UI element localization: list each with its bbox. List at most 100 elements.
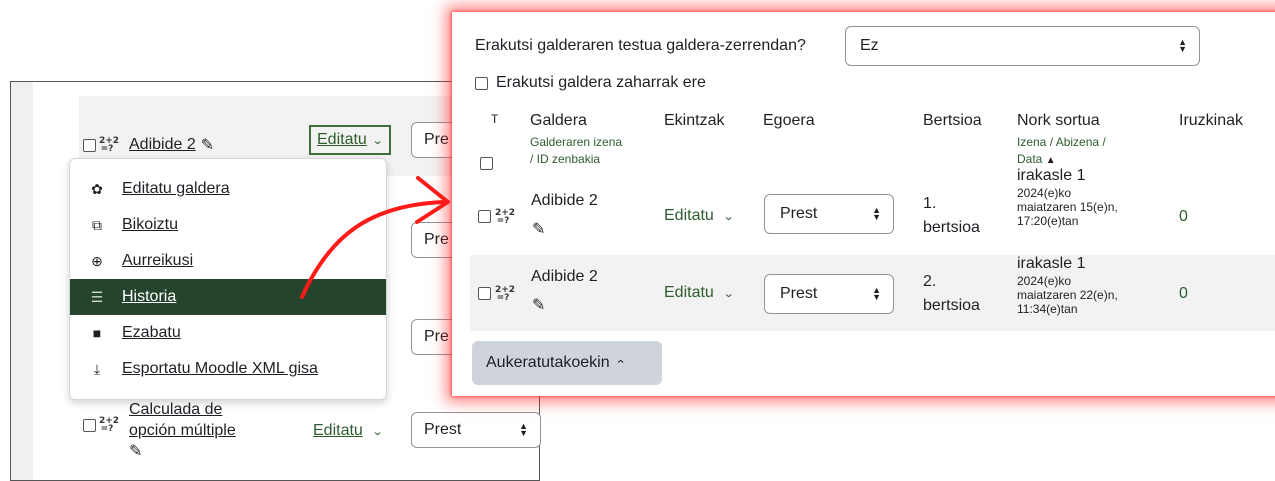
status-select[interactable]: Prest ▲ ▼	[411, 412, 541, 448]
author-name: irakasle 1	[1017, 167, 1086, 184]
sort-asc-icon: ▲	[1045, 155, 1056, 166]
status-value: Pre	[424, 131, 449, 148]
status-select[interactable]: Prest ▲ ▼	[764, 274, 894, 314]
select-arrows-icon: ▲ ▼	[872, 285, 881, 302]
chevron-down-icon: ⌄	[371, 134, 384, 147]
status-value: Prest	[424, 421, 462, 438]
show-old-option[interactable]: Erakutsi galdera zaharrak ere	[475, 74, 706, 92]
edit-dropdown-button[interactable]: Editatu ⌄	[309, 125, 391, 155]
header-question-label: Galdera	[530, 112, 587, 129]
copy-icon: ⧉	[92, 216, 102, 233]
edit-dropdown-button[interactable]: Editatu ⌄	[313, 422, 384, 440]
show-text-value: Ez	[860, 37, 879, 54]
header-created-by-label: Nork sortua	[1017, 112, 1100, 129]
select-all-checkbox[interactable]	[480, 157, 493, 170]
show-old-checkbox[interactable]	[475, 76, 488, 90]
menu-item-label: Aurreikusi	[122, 252, 194, 269]
date-line: 2024(e)ko	[1017, 186, 1072, 200]
show-old-label: Erakutsi galdera zaharrak ere	[496, 74, 706, 91]
sort-by-name-link[interactable]: Galderaren izena	[530, 134, 622, 151]
row-checkbox[interactable]	[83, 138, 96, 152]
chevron-up-icon: ⌄	[614, 356, 627, 369]
version-word: bertsioa	[923, 297, 980, 314]
menu-item-delete[interactable]: ■ Ezabatu	[70, 315, 386, 351]
pencil-icon[interactable]: ✎	[532, 295, 545, 315]
calculated-question-icon: 2+2 =?	[99, 416, 120, 434]
menu-item-preview[interactable]: ⊕ Aurreikusi	[70, 243, 386, 279]
gear-icon: ✿	[91, 180, 103, 197]
chevron-down-icon: ⌄	[371, 426, 384, 438]
date-line: maiatzaren 22(e)n,	[1017, 288, 1118, 302]
menu-item-label: Editatu galdera	[122, 180, 230, 197]
question-name: Adibide 2	[531, 192, 598, 209]
version-cell: 1. bertsioa	[923, 192, 980, 240]
history-icon: ☰	[90, 288, 104, 305]
chevron-down-icon: ⌄	[722, 211, 735, 223]
edit-action-menu: ✿ Editatu galdera ⧉ Bikoiztu ⊕ Aurreikus…	[69, 158, 387, 400]
row-checkbox[interactable]	[478, 287, 491, 300]
version-number: 2.	[923, 273, 937, 290]
menu-item-history[interactable]: ☰ Historia	[70, 279, 386, 315]
status-value: Pre	[424, 328, 449, 345]
menu-item-edit-question[interactable]: ✿ Editatu galdera	[70, 171, 386, 207]
sort-by-id-link[interactable]: / ID zenbakia	[530, 151, 622, 168]
menu-item-label: Historia	[122, 288, 177, 305]
version-number: 1.	[923, 195, 937, 212]
question-name-link-line2[interactable]: opción múltiple	[129, 420, 236, 441]
select-arrows-icon: ▲ ▼	[1178, 37, 1187, 54]
status-select[interactable]: Prest ▲ ▼	[764, 194, 894, 234]
question-name: Adibide 2	[531, 268, 598, 285]
question-name-link[interactable]: Adibide 2	[129, 136, 196, 154]
select-arrows-icon: ▲ ▼	[519, 421, 528, 438]
date-line: maiatzaren 15(e)n,	[1017, 200, 1118, 214]
menu-item-duplicate[interactable]: ⧉ Bikoiztu	[70, 207, 386, 243]
sort-by-date-link[interactable]: Data	[1017, 152, 1042, 166]
menu-item-label: Bikoiztu	[122, 216, 179, 233]
header-status: Egoera	[763, 112, 815, 129]
header-question: Galdera Galderaren izena / ID zenbakia	[530, 112, 622, 168]
comments-count-link[interactable]: 0	[1179, 285, 1188, 303]
pencil-icon[interactable]: ✎	[532, 219, 545, 239]
header-type[interactable]: T	[491, 112, 498, 126]
calculated-question-icon: 2+2 =?	[495, 208, 516, 226]
select-arrows-icon: ▲ ▼	[872, 205, 881, 222]
date-line: 17:20(e)tan	[1017, 214, 1079, 228]
status-value: Pre	[424, 231, 449, 248]
zoom-icon: ⊕	[91, 252, 103, 269]
menu-item-label: Esportatu Moodle XML gisa	[122, 360, 318, 377]
version-cell: 2. bertsioa	[923, 270, 980, 318]
date-line: 11:34(e)tan	[1017, 302, 1078, 316]
left-gutter	[11, 82, 33, 480]
header-comments: Iruzkinak	[1179, 112, 1244, 129]
with-selected-button[interactable]: Aukeratutakoekin ⌄	[472, 341, 662, 385]
row-checkbox[interactable]	[83, 419, 96, 432]
calculated-question-icon: 2+2 =?	[495, 285, 516, 303]
show-text-select[interactable]: Ez ▲ ▼	[845, 26, 1200, 66]
show-text-label: Erakutsi galderaren testua galdera-zerre…	[475, 37, 806, 54]
author-name: irakasle 1	[1017, 255, 1086, 272]
created-date: 2024(e)ko maiatzaren 22(e)n, 11:34(e)tan	[1017, 274, 1118, 316]
chevron-down-icon: ⌄	[722, 288, 735, 300]
edit-label: Editatu	[317, 131, 367, 148]
edit-dropdown-button[interactable]: Editatu ⌄	[664, 207, 735, 225]
with-selected-label: Aukeratutakoekin	[486, 354, 610, 371]
row-checkbox[interactable]	[478, 210, 491, 223]
status-value: Prest	[780, 205, 818, 222]
edit-dropdown-button[interactable]: Editatu ⌄	[664, 284, 735, 302]
created-date: 2024(e)ko maiatzaren 15(e)n, 17:20(e)tan	[1017, 186, 1118, 228]
date-line: 2024(e)ko	[1017, 274, 1072, 288]
sort-by-firstname-link[interactable]: Izena / Abizena /	[1017, 134, 1106, 151]
menu-item-export-xml[interactable]: ⤓ Esportatu Moodle XML gisa	[70, 351, 386, 387]
pencil-icon[interactable]: ✎	[201, 135, 214, 155]
comments-count-link[interactable]: 0	[1179, 208, 1188, 226]
pencil-icon[interactable]: ✎	[129, 443, 142, 460]
history-view-popout: Erakutsi galderaren testua galdera-zerre…	[452, 12, 1275, 396]
version-word: bertsioa	[923, 219, 980, 236]
header-actions: Ekintzak	[664, 112, 725, 129]
edit-label: Editatu	[664, 207, 714, 224]
trash-icon: ■	[92, 325, 102, 341]
header-created-by: Nork sortua Izena / Abizena / Data ▲	[1017, 112, 1106, 169]
question-name-link[interactable]: Calculada de	[129, 399, 236, 420]
calculated-question-icon: 2+2 =?	[99, 136, 120, 154]
status-value: Prest	[780, 285, 818, 302]
